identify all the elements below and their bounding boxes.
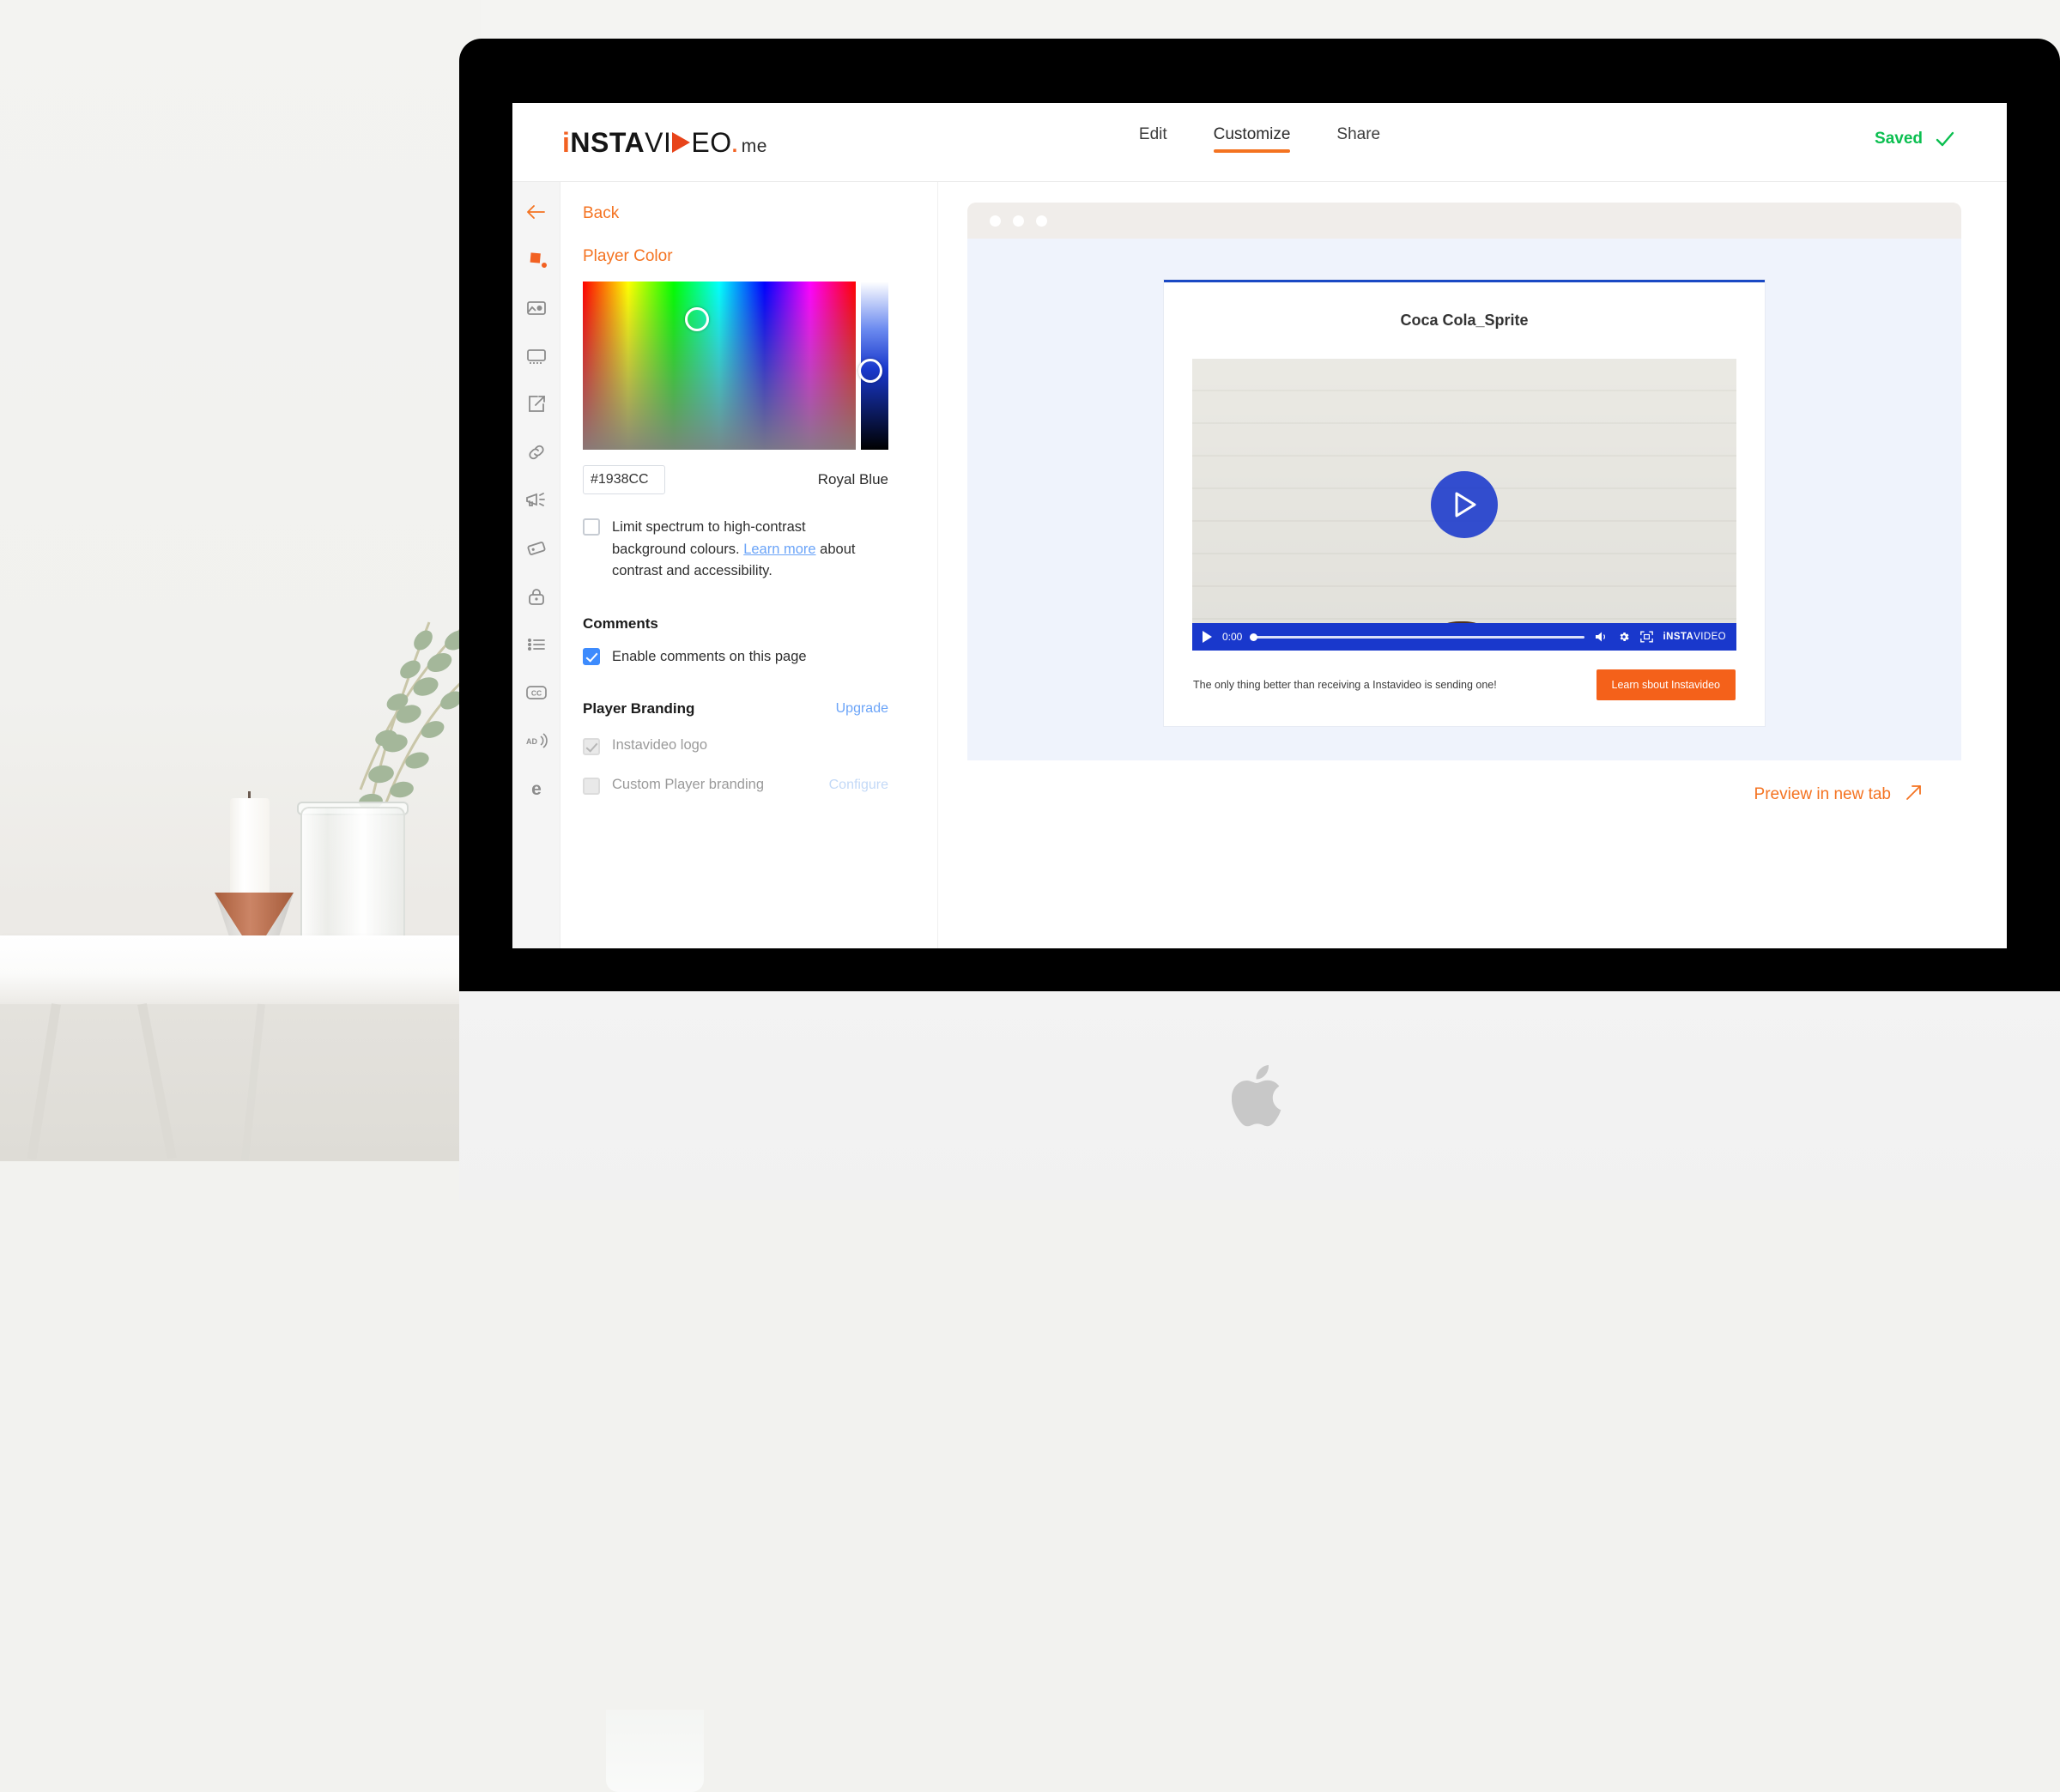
progress-bar[interactable] [1250,633,1584,641]
svg-text:e: e [531,779,542,799]
video-title: Coca Cola_Sprite [1400,312,1529,329]
browser-canvas: Coca Cola_Sprite 0:00 iNSTAVIDEO The onl… [967,239,1961,760]
panel-title: Player Color [583,247,673,265]
comments-heading: Comments [583,614,658,632]
branding-heading: Player Branding [583,700,695,717]
player-branding-label: iNSTAVIDEO [1663,632,1726,642]
branding-heading-row: Player Branding Upgrade [583,700,888,717]
browser-dot-maximize [1036,215,1047,227]
control-play-icon[interactable] [1203,631,1212,643]
tag-icon[interactable] [522,534,551,563]
configure-link: Configure [828,777,888,792]
link-icon[interactable] [522,438,551,467]
tab-customize[interactable]: Customize [1213,125,1290,153]
saturation-value-box[interactable] [583,282,856,450]
browser-dot-close [990,215,1001,227]
audio-description-icon[interactable]: AD [522,726,551,755]
browser-dot-minimize [1013,215,1024,227]
color-picker[interactable] [583,282,912,450]
preview-link-row: Preview in new tab [967,760,1961,806]
tab-edit[interactable]: Edit [1139,125,1167,153]
cta-text: The only thing better than receiving a I… [1193,679,1497,691]
instavideo-logo-checkbox [583,738,600,756]
fullscreen-icon[interactable] [1639,631,1653,643]
lock-icon[interactable] [522,582,551,611]
embed-icon[interactable]: e [522,774,551,803]
external-link-arrow-icon[interactable] [1905,783,1924,806]
enable-comments-row[interactable]: Enable comments on this page [583,646,912,669]
branding-row-custom: Custom Player branding Configure [583,774,888,796]
monitor-screen: iNSTAVI EO . me Edit Customize Share Saved [512,103,2007,948]
lightness-slider[interactable] [858,282,888,450]
back-arrow-icon[interactable] [522,197,551,227]
hex-row: Royal Blue [583,465,888,494]
enable-comments-label: Enable comments on this page [612,648,807,664]
upgrade-link[interactable]: Upgrade [836,701,888,717]
saturation-handle[interactable] [685,307,709,331]
screen-icon[interactable] [522,342,551,371]
icon-rail: CC AD e [512,182,560,948]
hex-input[interactable] [583,465,665,494]
apple-logo-icon [1231,1060,1292,1132]
instavideo-logo-label: Instavideo logo [612,737,707,754]
player-controls[interactable]: 0:00 iNSTAVIDEO [1192,623,1736,651]
limit-spectrum-label: Limit spectrum to high-contrast backgrou… [612,517,869,583]
play-button[interactable] [1431,471,1498,538]
settings-gear-icon[interactable] [1618,631,1630,643]
closed-caption-icon[interactable]: CC [522,678,551,707]
preview-area: Coca Cola_Sprite 0:00 iNSTAVIDEO The onl… [938,182,2007,948]
app-header: iNSTAVI EO . me Edit Customize Share Saved [512,103,2007,182]
jar-water [606,1710,704,1792]
branding-row-logo: Instavideo logo [583,735,888,757]
saved-label: Saved [1875,130,1923,148]
list-icon[interactable] [522,630,551,659]
video-player[interactable]: 0:00 iNSTAVIDEO [1192,359,1736,651]
brand-bold: iNSTA [1663,632,1694,642]
customize-panel: Back Player Color Royal Blue Lim [560,182,938,948]
limit-spectrum-checkbox[interactable] [583,518,600,536]
check-icon [1935,129,1955,149]
color-name-label: Royal Blue [817,471,888,487]
volume-icon[interactable] [1595,631,1608,643]
custom-branding-label: Custom Player branding [612,776,765,792]
paint-bucket-icon[interactable] [522,245,551,275]
brand-light: VIDEO [1693,632,1726,642]
share-icon[interactable] [522,390,551,419]
back-link[interactable]: Back [583,204,912,223]
image-icon[interactable] [522,294,551,323]
custom-branding-checkbox [583,777,600,795]
play-triangle-icon [1455,492,1476,518]
tab-share[interactable]: Share [1336,125,1380,153]
main-nav-tabs: Edit Customize Share [512,125,2007,153]
megaphone-icon[interactable] [522,486,551,515]
monitor-stand [459,991,2060,1200]
limit-spectrum-row[interactable]: Limit spectrum to high-contrast backgrou… [583,517,912,583]
browser-titlebar [967,203,1961,239]
player-card: Coca Cola_Sprite 0:00 iNSTAVIDEO The onl… [1164,280,1765,726]
enable-comments-checkbox[interactable] [583,647,600,665]
current-time: 0:00 [1222,631,1243,643]
imac-device: iNSTAVI EO . me Edit Customize Share Saved [459,39,2060,1200]
svg-text:CC: CC [530,689,541,698]
cta-row: The only thing better than receiving a I… [1164,651,1765,726]
svg-text:AD: AD [526,737,537,746]
save-status: Saved [1875,129,1955,149]
floor [0,1004,481,1161]
preview-in-new-tab-link[interactable]: Preview in new tab [1754,785,1891,804]
table-top [0,935,481,1004]
browser-mockup: Coca Cola_Sprite 0:00 iNSTAVIDEO The onl… [967,203,1961,760]
learn-more-link[interactable]: Learn more [743,542,815,557]
lightness-handle[interactable] [858,359,882,383]
app-body: CC AD e Back Player Color #1938CC Royal … [512,182,2007,948]
progress-handle[interactable] [1250,633,1258,641]
cta-button[interactable]: Learn sbout Instavideo [1596,669,1736,700]
